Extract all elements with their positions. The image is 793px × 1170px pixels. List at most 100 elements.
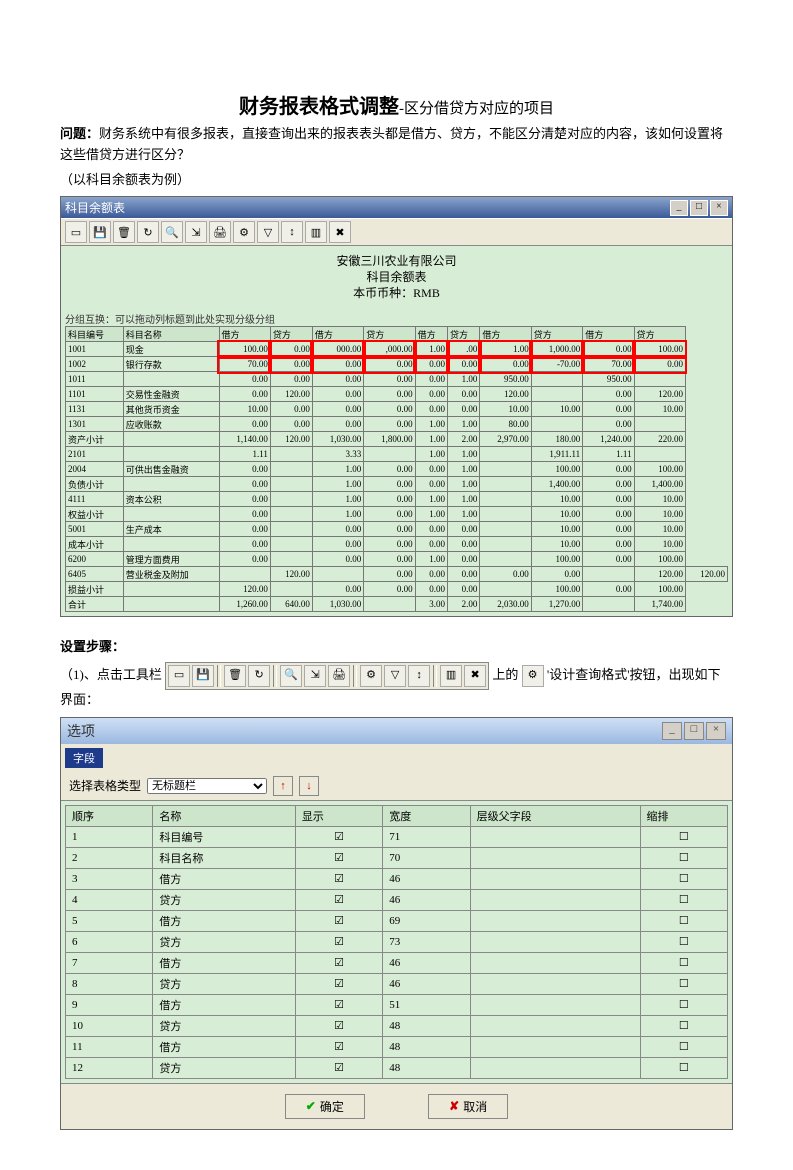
refresh-icon[interactable]: ↻ [248, 665, 270, 687]
ok-button[interactable]: ✔确定 [285, 1094, 365, 1119]
close-button[interactable]: × [710, 200, 728, 216]
column-header[interactable]: 贷方 [364, 327, 415, 342]
column-header[interactable]: 借方 [312, 327, 363, 342]
show-checkbox[interactable]: ☑ [295, 952, 382, 973]
field-row[interactable]: 1科目编号☑71☐ [66, 826, 728, 847]
field-row[interactable]: 8贷方☑46☐ [66, 973, 728, 994]
column-header[interactable]: 科目名称 [123, 327, 219, 342]
balance-table: 科目编号科目名称借方贷方借方贷方借方贷方借方贷方借方贷方1001现金100.00… [65, 326, 728, 612]
column-header[interactable]: 借方 [480, 327, 531, 342]
column-header[interactable]: 贷方 [270, 327, 312, 342]
indent-checkbox[interactable]: ☐ [640, 973, 727, 994]
column-header[interactable]: 借方 [219, 327, 270, 342]
field-row[interactable]: 3借方☑46☐ [66, 868, 728, 889]
report-header: 安徽三川农业有限公司 科目余额表 本币币种：RMB [65, 254, 728, 301]
close-icon[interactable]: ✖ [329, 221, 351, 243]
table-row: 资产小计1,140.00120.001,030.001,800.001.002.… [66, 432, 728, 447]
minimize-button[interactable]: _ [670, 200, 688, 216]
refresh-icon[interactable]: ↻ [137, 221, 159, 243]
move-up-button[interactable]: ↑ [273, 776, 293, 796]
filter-icon[interactable]: ▽ [384, 665, 406, 687]
query-icon[interactable]: 🔍 [161, 221, 183, 243]
delete-icon[interactable]: 🗑 [113, 221, 135, 243]
select-icon[interactable]: ▭ [65, 221, 87, 243]
sort-icon[interactable]: ↕ [281, 221, 303, 243]
field-row[interactable]: 7借方☑46☐ [66, 952, 728, 973]
show-checkbox[interactable]: ☑ [295, 1015, 382, 1036]
field-row[interactable]: 12贷方☑48☐ [66, 1057, 728, 1078]
indent-checkbox[interactable]: ☐ [640, 826, 727, 847]
tab-fields[interactable]: 字段 [65, 748, 103, 768]
indent-checkbox[interactable]: ☐ [640, 889, 727, 910]
indent-checkbox[interactable]: ☐ [640, 910, 727, 931]
save-icon[interactable]: 💾 [192, 665, 214, 687]
print-icon[interactable]: 🖨 [209, 221, 231, 243]
indent-checkbox[interactable]: ☐ [640, 1036, 727, 1057]
column-header: 显示 [295, 805, 382, 826]
sort-icon[interactable]: ↕ [408, 665, 430, 687]
indent-checkbox[interactable]: ☐ [640, 1057, 727, 1078]
show-checkbox[interactable]: ☑ [295, 994, 382, 1015]
toolbar-strip: ▭💾 🗑↻ 🔍⇲🖨 ⚙▽↕ ▥✖ [165, 662, 489, 690]
balance-report-window: 科目余额表 _ □ × ▭💾🗑↻🔍⇲🖨⚙▽↕▥✖ 安徽三川农业有限公司 科目余额… [60, 196, 733, 617]
indent-checkbox[interactable]: ☐ [640, 931, 727, 952]
show-checkbox[interactable]: ☑ [295, 889, 382, 910]
indent-checkbox[interactable]: ☐ [640, 994, 727, 1015]
minimize-button[interactable]: _ [662, 722, 682, 740]
group-hint: 分组互换：可以拖动列标题到此处实现分级分组 [65, 311, 728, 326]
window-titlebar: 科目余额表 _ □ × [61, 197, 732, 218]
column-header[interactable]: 借方 [583, 327, 634, 342]
column-header[interactable]: 科目编号 [66, 327, 124, 342]
show-checkbox[interactable]: ☑ [295, 826, 382, 847]
indent-checkbox[interactable]: ☐ [640, 1015, 727, 1036]
indent-checkbox[interactable]: ☐ [640, 952, 727, 973]
maximize-button[interactable]: □ [684, 722, 704, 740]
indent-checkbox[interactable]: ☐ [640, 847, 727, 868]
table-type-select[interactable]: 无标题栏 [147, 778, 267, 794]
field-row[interactable]: 4贷方☑46☐ [66, 889, 728, 910]
field-row[interactable]: 6贷方☑73☐ [66, 931, 728, 952]
delete-icon[interactable]: 🗑 [224, 665, 246, 687]
design-query-icon[interactable]: ⚙ [522, 665, 544, 687]
show-checkbox[interactable]: ☑ [295, 931, 382, 952]
table-row: 成本小计0.000.000.000.000.0010.000.0010.00 [66, 537, 728, 552]
close-icon[interactable]: ✖ [464, 665, 486, 687]
column-header[interactable]: 借方 [415, 327, 447, 342]
field-row[interactable]: 9借方☑51☐ [66, 994, 728, 1015]
dialog-titlebar: 选项 _ □ × [61, 718, 732, 744]
export-icon[interactable]: ⇲ [185, 221, 207, 243]
column-header[interactable]: 贷方 [448, 327, 480, 342]
close-button[interactable]: × [706, 722, 726, 740]
column-header[interactable]: 贷方 [531, 327, 582, 342]
filter-icon[interactable]: ▽ [257, 221, 279, 243]
show-checkbox[interactable]: ☑ [295, 1057, 382, 1078]
column-icon[interactable]: ▥ [305, 221, 327, 243]
column-icon[interactable]: ▥ [440, 665, 462, 687]
column-header: 层级父字段 [470, 805, 640, 826]
show-checkbox[interactable]: ☑ [295, 847, 382, 868]
example-note: （以科目余额表为例） [60, 170, 733, 191]
table-row: 损益小计120.000.000.000.000.00100.000.00100.… [66, 582, 728, 597]
indent-checkbox[interactable]: ☐ [640, 868, 727, 889]
field-row[interactable]: 11借方☑48☐ [66, 1036, 728, 1057]
export-icon[interactable]: ⇲ [304, 665, 326, 687]
maximize-button[interactable]: □ [690, 200, 708, 216]
field-row[interactable]: 10贷方☑48☐ [66, 1015, 728, 1036]
move-down-button[interactable]: ↓ [299, 776, 319, 796]
design-icon[interactable]: ⚙ [360, 665, 382, 687]
x-icon: ✘ [449, 1099, 459, 1114]
save-icon[interactable]: 💾 [89, 221, 111, 243]
query-icon[interactable]: 🔍 [280, 665, 302, 687]
design-icon[interactable]: ⚙ [233, 221, 255, 243]
cancel-button[interactable]: ✘取消 [428, 1094, 508, 1119]
select-icon[interactable]: ▭ [168, 665, 190, 687]
field-row[interactable]: 5借方☑69☐ [66, 910, 728, 931]
show-checkbox[interactable]: ☑ [295, 1036, 382, 1057]
print-icon[interactable]: 🖨 [328, 665, 350, 687]
field-row[interactable]: 2科目名称☑70☐ [66, 847, 728, 868]
table-row: 2004可供出售金融资0.001.000.000.001.00100.000.0… [66, 462, 728, 477]
show-checkbox[interactable]: ☑ [295, 973, 382, 994]
show-checkbox[interactable]: ☑ [295, 910, 382, 931]
show-checkbox[interactable]: ☑ [295, 868, 382, 889]
column-header[interactable]: 贷方 [634, 327, 685, 342]
